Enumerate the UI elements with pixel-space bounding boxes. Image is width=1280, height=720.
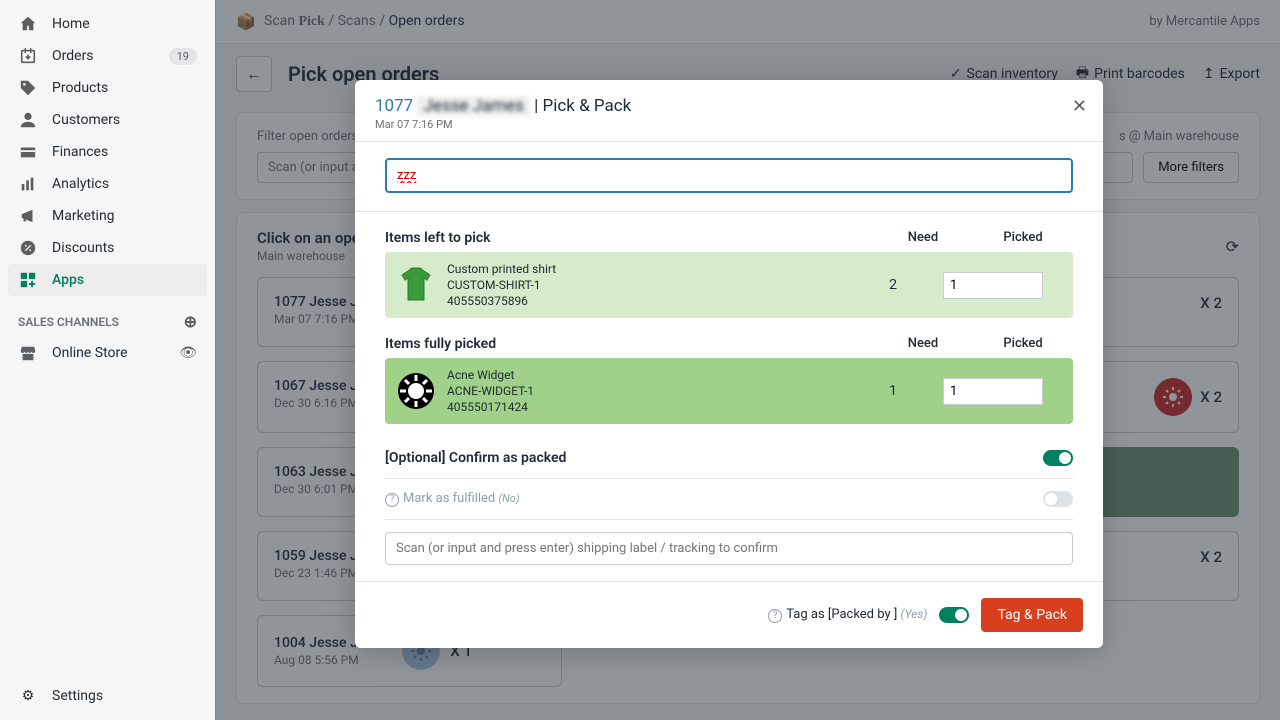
need-col: Need	[873, 230, 973, 246]
help-icon[interactable]: ?	[768, 609, 782, 623]
nav-label: Customers	[52, 112, 120, 128]
channel-label: Online Store	[52, 345, 128, 361]
picked-input[interactable]	[943, 272, 1043, 299]
nav-label: Discounts	[52, 240, 114, 256]
item-row: Custom printed shirt CUSTOM-SHIRT-1 4055…	[385, 252, 1073, 318]
nav-label: Marketing	[52, 208, 115, 224]
finances-icon	[18, 142, 38, 162]
sales-channels-header: SALES CHANNELS⊕	[0, 296, 215, 337]
widget-icon	[395, 370, 437, 412]
close-icon[interactable]: ✕	[1072, 96, 1087, 117]
nav-label: Finances	[52, 144, 108, 160]
shirt-icon	[395, 264, 437, 306]
items-full-header: Items fully picked	[385, 336, 873, 352]
add-channel-icon[interactable]: ⊕	[184, 312, 197, 331]
store-icon	[18, 343, 38, 363]
nav-orders[interactable]: Orders 19	[0, 40, 215, 72]
confirm-toggle[interactable]	[1043, 450, 1073, 466]
eye-icon[interactable]: 👁	[179, 345, 197, 361]
help-icon[interactable]: ?	[385, 493, 399, 507]
orders-badge: 19	[169, 48, 197, 65]
nav-analytics[interactable]: Analytics	[0, 168, 215, 200]
nav-home[interactable]: Home	[0, 8, 215, 40]
nav-label: Orders	[52, 48, 94, 64]
modal-date: Mar 07 7:16 PM	[375, 118, 1083, 131]
nav-label: Analytics	[52, 176, 109, 192]
sidebar: Home Orders 19 Products Customers Finance…	[0, 0, 215, 720]
picked-col: Picked	[973, 230, 1073, 246]
fulfilled-toggle[interactable]	[1043, 491, 1073, 507]
scan-input[interactable]	[385, 158, 1073, 193]
nav-products[interactable]: Products	[0, 72, 215, 104]
nav-settings[interactable]: ⚙ Settings	[0, 680, 215, 712]
nav-label: Apps	[52, 272, 84, 288]
tag-text: ?Tag as [Packed by ] (Yes)	[768, 607, 927, 623]
tracking-input[interactable]	[385, 532, 1073, 565]
pick-pack-modal: 1077 Jesse James | Pick & Pack Mar 07 7:…	[355, 80, 1103, 648]
item-row: Acne Widget ACNE-WIDGET-1 405550171424 1	[385, 358, 1073, 424]
marketing-icon	[18, 206, 38, 226]
apps-icon	[18, 270, 38, 290]
nav-apps[interactable]: Apps	[8, 264, 207, 296]
picked-input[interactable]	[943, 378, 1043, 405]
nav-finances[interactable]: Finances	[0, 136, 215, 168]
analytics-icon	[18, 174, 38, 194]
need-value: 2	[843, 277, 943, 293]
products-icon	[18, 78, 38, 98]
tag-toggle[interactable]	[939, 607, 969, 623]
nav-marketing[interactable]: Marketing	[0, 200, 215, 232]
items-left-header: Items left to pick	[385, 230, 873, 246]
modal-title: 1077 Jesse James | Pick & Pack	[375, 96, 1083, 116]
nav-label: Home	[52, 16, 90, 32]
nav-discounts[interactable]: Discounts	[0, 232, 215, 264]
confirm-label: [Optional] Confirm as packed	[385, 450, 1043, 466]
orders-icon	[18, 46, 38, 66]
home-icon	[18, 14, 38, 34]
tag-pack-button[interactable]: Tag & Pack	[981, 598, 1083, 632]
discounts-icon	[18, 238, 38, 258]
nav-label: Products	[52, 80, 108, 96]
gear-icon: ⚙	[18, 686, 38, 706]
channel-online-store[interactable]: Online Store 👁	[0, 337, 215, 369]
fulfilled-label: Mark as fulfilled	[403, 491, 495, 506]
need-value: 1	[843, 383, 943, 399]
settings-label: Settings	[52, 688, 103, 704]
customers-icon	[18, 110, 38, 130]
nav-customers[interactable]: Customers	[0, 104, 215, 136]
